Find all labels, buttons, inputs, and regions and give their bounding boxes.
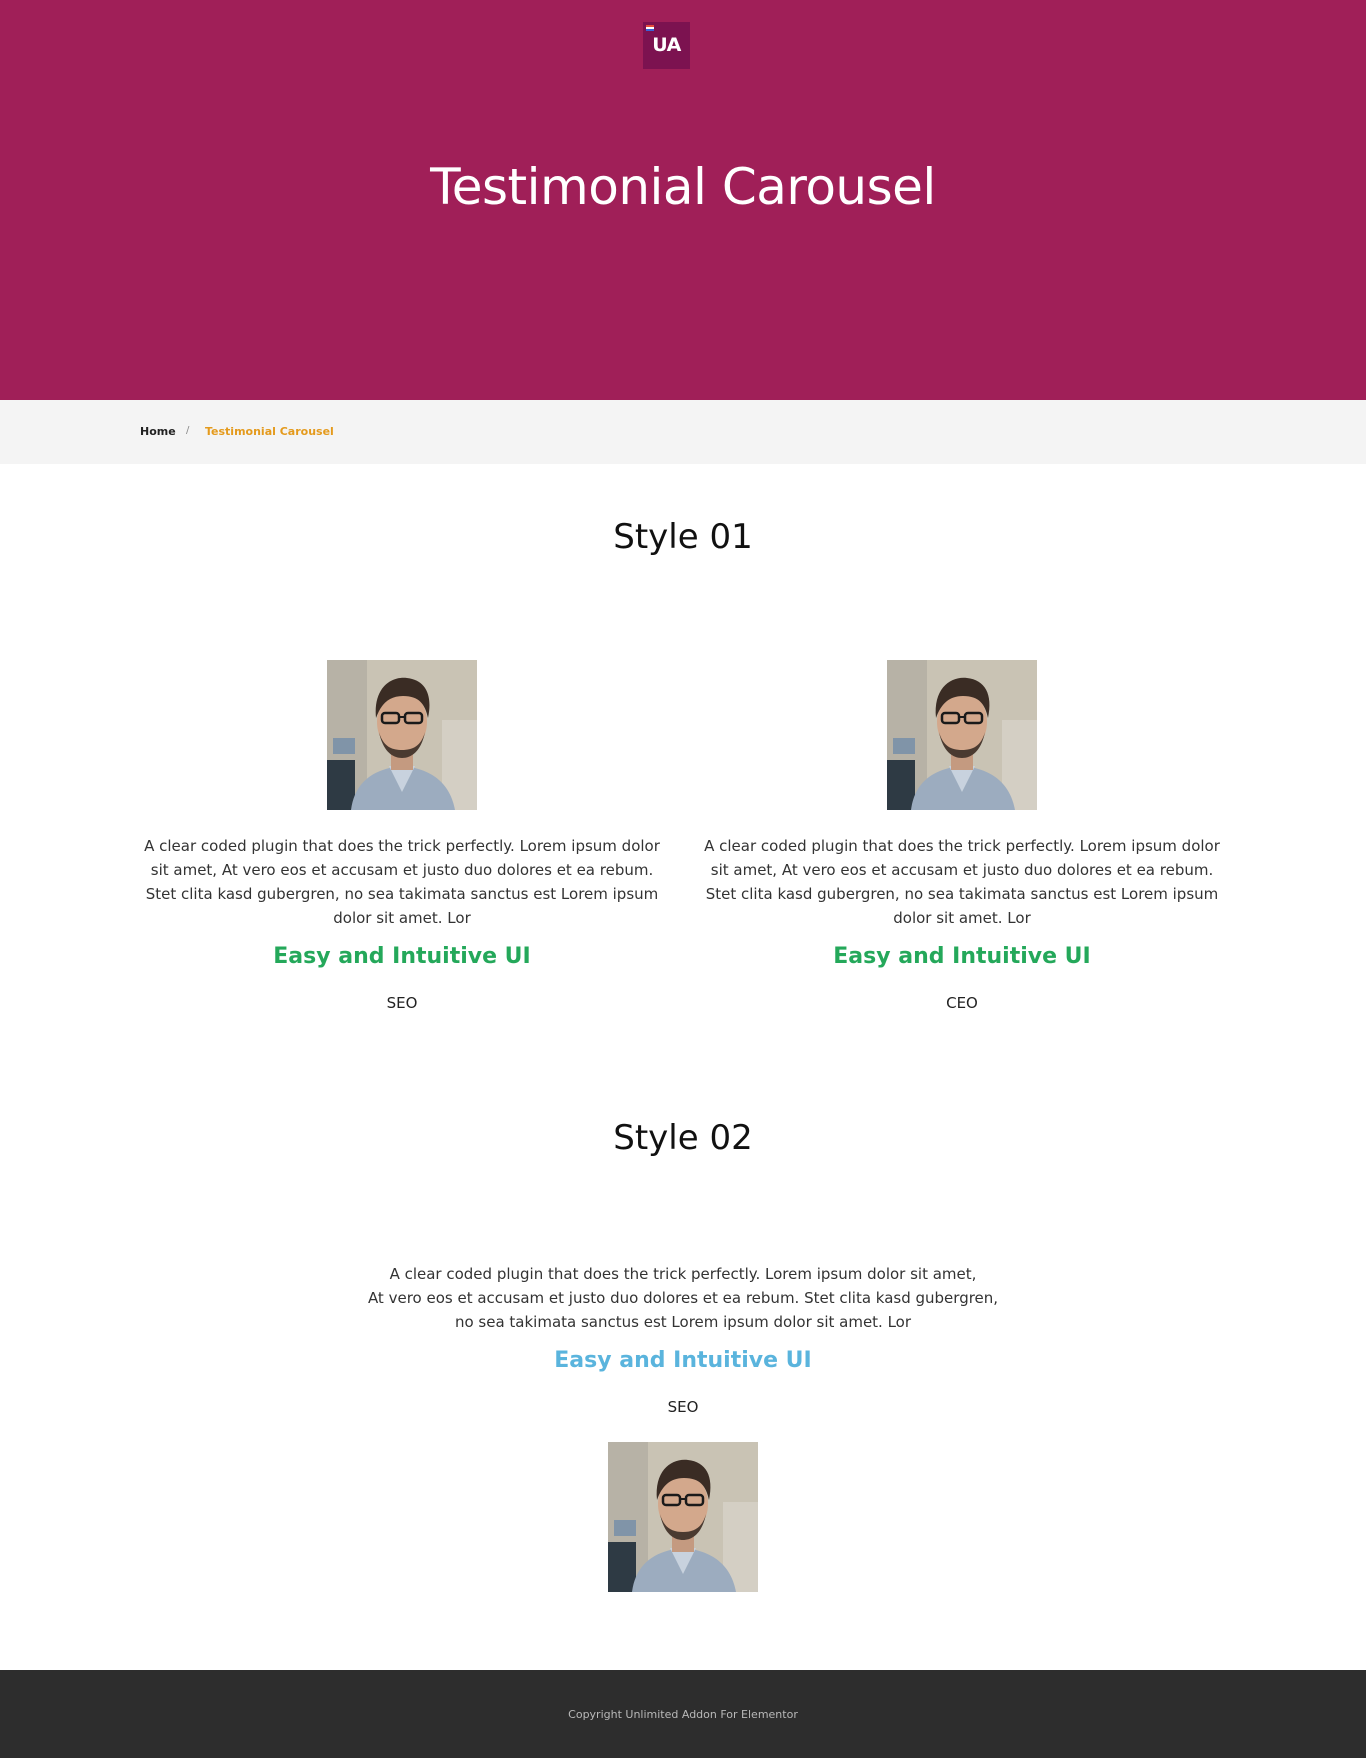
testimonial-quote: A clear coded plugin that does the trick… — [333, 1262, 1033, 1334]
testimonial-avatar — [327, 660, 477, 810]
testimonial-quote: A clear coded plugin that does the trick… — [704, 837, 1220, 927]
breadcrumb-separator: / — [186, 425, 190, 436]
testimonial-role: CEO — [946, 994, 978, 1012]
testimonial-name: Easy and Intuitive UI — [833, 944, 1091, 969]
testimonial-card: A clear coded plugin that does the trick… — [137, 660, 667, 1012]
breadcrumb-current: Testimonial Carousel — [205, 425, 334, 438]
site-logo[interactable]: UA — [643, 22, 690, 69]
testimonial-card: A clear coded plugin that does the trick… — [697, 660, 1227, 1012]
logo-text: UA — [652, 34, 681, 56]
quote-line: A clear coded plugin that does the trick… — [389, 1265, 977, 1283]
section-title-style-01: Style 01 — [613, 517, 753, 557]
footer-copyright: Copyright Unlimited Addon For Elementor — [568, 1708, 798, 1721]
testimonial-name: Easy and Intuitive UI — [554, 1348, 812, 1373]
quote-line: At vero eos et accusam et justo duo dolo… — [367, 1289, 999, 1307]
page-header: UA Testimonial Carousel — [0, 0, 1366, 400]
testimonial-role: SEO — [386, 994, 418, 1012]
testimonial-role: SEO — [667, 1398, 699, 1416]
section-title-style-02: Style 02 — [613, 1118, 753, 1158]
testimonial-name: Easy and Intuitive UI — [273, 944, 531, 969]
testimonial-quote: A clear coded plugin that does the trick… — [144, 837, 660, 927]
page-footer: Copyright Unlimited Addon For Elementor — [0, 1670, 1366, 1758]
breadcrumb-home-link[interactable]: Home — [140, 425, 176, 438]
flag-icon — [646, 25, 654, 31]
testimonial-avatar — [608, 1442, 758, 1592]
breadcrumb: Home / Testimonial Carousel — [0, 400, 1366, 464]
testimonial-card: A clear coded plugin that does the trick… — [333, 1262, 1033, 1592]
page-title: Testimonial Carousel — [430, 158, 936, 216]
quote-line: no sea takimata sanctus est Lorem ipsum … — [454, 1313, 912, 1331]
testimonial-avatar — [887, 660, 1037, 810]
